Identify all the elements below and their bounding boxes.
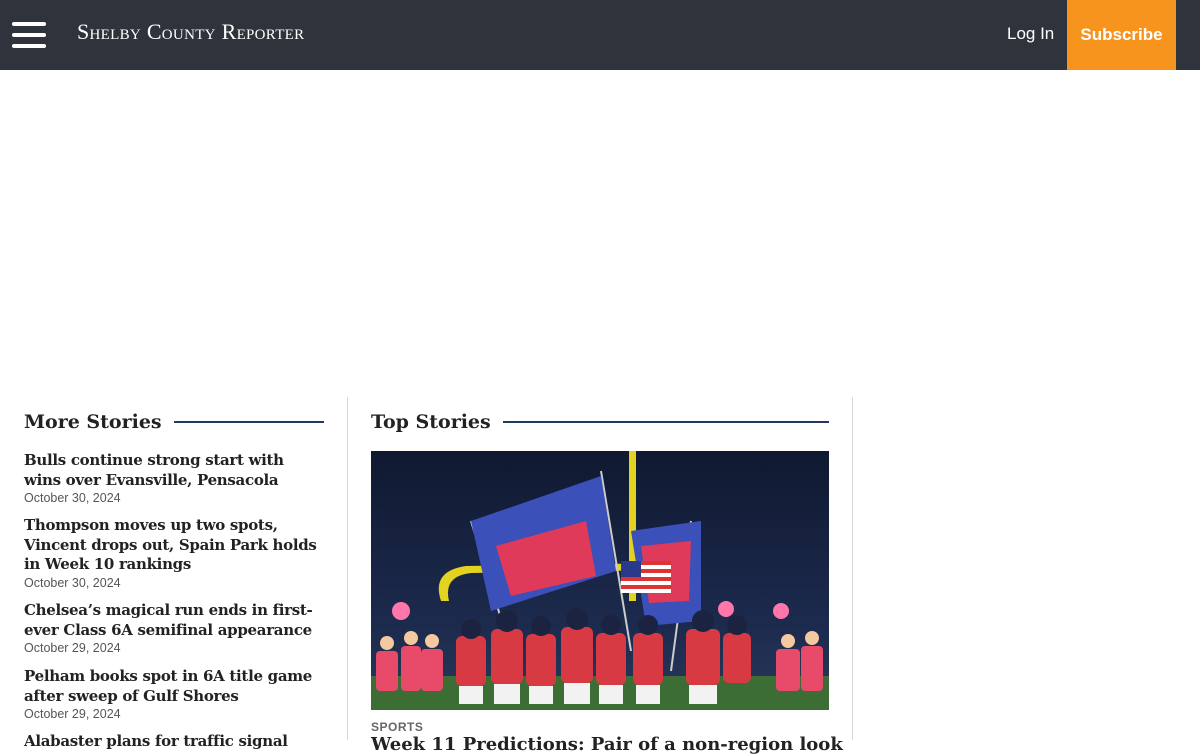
football-team-running-with-flags-photo[interactable]	[371, 451, 829, 710]
site-header: Shelby County Reporter Log In Subscribe	[0, 0, 1200, 70]
story-title-link[interactable]: Chelsea’s magical run ends in first-ever…	[24, 601, 324, 640]
subscribe-button[interactable]: Subscribe	[1067, 0, 1176, 70]
more-stories-heading-text: More Stories	[24, 411, 162, 433]
login-link[interactable]: Log In	[1007, 24, 1054, 44]
top-stories-heading-text: Top Stories	[371, 411, 491, 433]
story-date: October 29, 2024	[24, 707, 121, 721]
more-stories-heading: More Stories	[24, 411, 324, 433]
story-date: October 30, 2024	[24, 575, 121, 590]
list-item: Thompson moves up two spots, Vincent dro…	[24, 516, 324, 590]
story-date: October 30, 2024	[24, 491, 121, 505]
top-stories-heading: Top Stories	[371, 411, 829, 433]
site-logo[interactable]: Shelby County Reporter	[77, 19, 304, 45]
story-date: October 29, 2024	[24, 641, 121, 655]
column-divider	[852, 397, 853, 740]
list-item: Alabaster plans for traffic signal	[24, 732, 324, 752]
hamburger-icon[interactable]	[12, 22, 46, 48]
column-divider	[347, 397, 348, 740]
list-item: Pelham books spot in 6A title game after…	[24, 667, 324, 721]
story-title-link[interactable]: Alabaster plans for traffic signal	[24, 732, 324, 752]
feature-story-title[interactable]: Week 11 Predictions: Pair of a non-regio…	[371, 734, 843, 755]
story-title-link[interactable]: Pelham books spot in 6A title game after…	[24, 667, 324, 706]
story-category[interactable]: SPORTS	[371, 720, 423, 734]
list-item: Chelsea’s magical run ends in first-ever…	[24, 601, 324, 655]
story-title-link[interactable]: Thompson moves up two spots, Vincent dro…	[24, 516, 324, 575]
heading-rule	[173, 421, 324, 423]
heading-rule	[502, 421, 829, 423]
ad-space	[0, 70, 1200, 390]
list-item: Bulls continue strong start with wins ov…	[24, 451, 324, 505]
story-title-link[interactable]: Bulls continue strong start with wins ov…	[24, 451, 324, 490]
